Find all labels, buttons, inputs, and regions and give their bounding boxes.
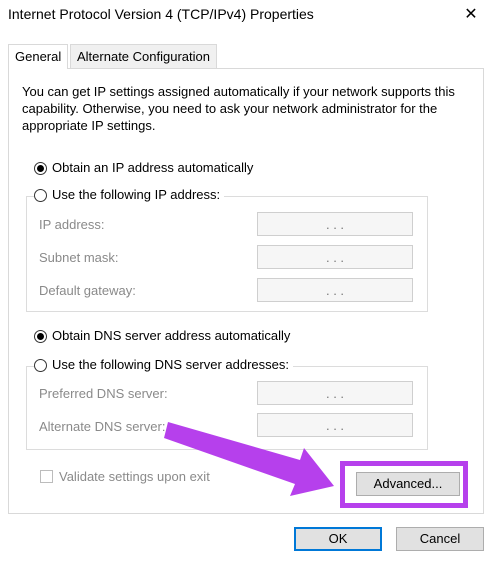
tab-alternate-configuration[interactable]: Alternate Configuration bbox=[70, 44, 217, 68]
dns-auto-label: Obtain DNS server address automatically bbox=[52, 328, 291, 343]
preferred-dns-dots: . . . bbox=[325, 385, 345, 401]
tab-general[interactable]: General bbox=[8, 44, 69, 69]
ip-manual-radio[interactable] bbox=[34, 188, 47, 202]
validate-checkbox[interactable] bbox=[40, 470, 53, 483]
default-gateway-field[interactable]: . . . bbox=[257, 278, 413, 302]
preferred-dns-label: Preferred DNS server: bbox=[39, 386, 168, 401]
ip-auto-radio[interactable] bbox=[34, 161, 47, 175]
subnet-mask-dots: . . . bbox=[325, 249, 345, 265]
validate-option[interactable]: Validate settings upon exit bbox=[40, 469, 210, 484]
ip-address-dots: . . . bbox=[325, 216, 345, 232]
dns-auto-option[interactable]: Obtain DNS server address automatically bbox=[34, 326, 295, 346]
default-gateway-dots: . . . bbox=[325, 282, 345, 298]
ok-button[interactable]: OK bbox=[294, 527, 382, 551]
dns-auto-radio[interactable] bbox=[34, 329, 47, 343]
subnet-mask-field[interactable]: . . . bbox=[257, 245, 413, 269]
subnet-mask-label: Subnet mask: bbox=[39, 250, 119, 265]
dns-manual-radio[interactable] bbox=[34, 358, 47, 372]
default-gateway-label: Default gateway: bbox=[39, 283, 136, 298]
window-title: Internet Protocol Version 4 (TCP/IPv4) P… bbox=[8, 6, 314, 22]
alternate-dns-dots: . . . bbox=[325, 417, 345, 433]
validate-label: Validate settings upon exit bbox=[59, 469, 210, 484]
cancel-button[interactable]: Cancel bbox=[396, 527, 484, 551]
ip-address-field[interactable]: . . . bbox=[257, 212, 413, 236]
preferred-dns-field[interactable]: . . . bbox=[257, 381, 413, 405]
description-text: You can get IP settings assigned automat… bbox=[22, 84, 455, 133]
dns-group-box bbox=[26, 366, 428, 450]
ip-auto-label: Obtain an IP address automatically bbox=[52, 160, 254, 175]
alternate-dns-label: Alternate DNS server: bbox=[39, 419, 166, 434]
advanced-button[interactable]: Advanced... bbox=[356, 472, 460, 496]
close-icon[interactable]: ✕ bbox=[460, 4, 482, 26]
ip-address-label: IP address: bbox=[39, 217, 105, 232]
alternate-dns-field[interactable]: . . . bbox=[257, 413, 413, 437]
ip-manual-label: Use the following IP address: bbox=[52, 187, 221, 202]
dns-manual-label: Use the following DNS server addresses: bbox=[52, 357, 289, 372]
title-bar: Internet Protocol Version 4 (TCP/IPv4) P… bbox=[0, 0, 492, 30]
tab-bar: General Alternate Configuration bbox=[8, 44, 484, 69]
dns-manual-option[interactable]: Use the following DNS server addresses: bbox=[34, 355, 293, 375]
ip-manual-option[interactable]: Use the following IP address: bbox=[34, 185, 225, 205]
ip-auto-option[interactable]: Obtain an IP address automatically bbox=[34, 158, 258, 178]
